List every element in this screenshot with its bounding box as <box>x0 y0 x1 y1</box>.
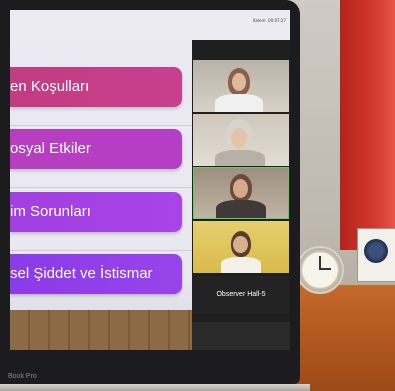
participant-face <box>231 128 247 148</box>
participant-face <box>233 236 248 253</box>
emblem-plaque <box>357 228 395 282</box>
divider <box>10 187 192 188</box>
slide-topbar: Kalem: 00:07:27 <box>10 10 290 40</box>
slide-item-label: osyal Etkiler <box>10 140 91 157</box>
participant-tile[interactable] <box>193 114 289 166</box>
observer-tile[interactable]: Observer Hall-5 <box>193 276 289 314</box>
desk-clock <box>296 246 344 294</box>
slide-item-label: en Koşulları <box>10 78 90 95</box>
participant-body <box>216 200 266 218</box>
participant-body <box>221 257 261 273</box>
presentation-slide: en Koşulları osyal Etkiler im Sorunları … <box>10 10 192 350</box>
recording-time: Kalem: 00:07:27 <box>252 18 286 23</box>
participant-tile[interactable] <box>193 221 289 273</box>
red-panel <box>340 0 395 250</box>
slide-item: sel Şiddet ve İstismar <box>10 254 182 294</box>
video-gallery: Observer Hall-5 <box>192 40 290 322</box>
laptop-brand: Book Pro <box>8 373 37 380</box>
participant-tile-active[interactable] <box>193 167 289 219</box>
slide-item: en Koşulları <box>10 67 182 107</box>
slide-item-label: im Sorunları <box>10 203 91 220</box>
slide-item-label: sel Şiddet ve İstismar <box>10 265 153 282</box>
seal-icon <box>364 239 388 263</box>
laptop: en Koşulları osyal Etkiler im Sorunları … <box>0 0 300 384</box>
divider <box>10 250 192 251</box>
slide-item: im Sorunları <box>10 192 182 232</box>
slide-item: osyal Etkiler <box>10 129 182 169</box>
participant-face <box>233 179 248 198</box>
clock-hand <box>319 268 331 270</box>
participant-body <box>215 150 265 166</box>
participant-body <box>215 94 263 112</box>
slide-floor <box>10 310 192 350</box>
divider <box>10 125 192 126</box>
laptop-base <box>0 384 310 391</box>
photo: en Koşulları osyal Etkiler im Sorunları … <box>0 0 395 391</box>
laptop-screen: en Koşulları osyal Etkiler im Sorunları … <box>10 10 290 350</box>
participant-face <box>232 73 246 91</box>
participant-tile[interactable] <box>193 60 289 112</box>
